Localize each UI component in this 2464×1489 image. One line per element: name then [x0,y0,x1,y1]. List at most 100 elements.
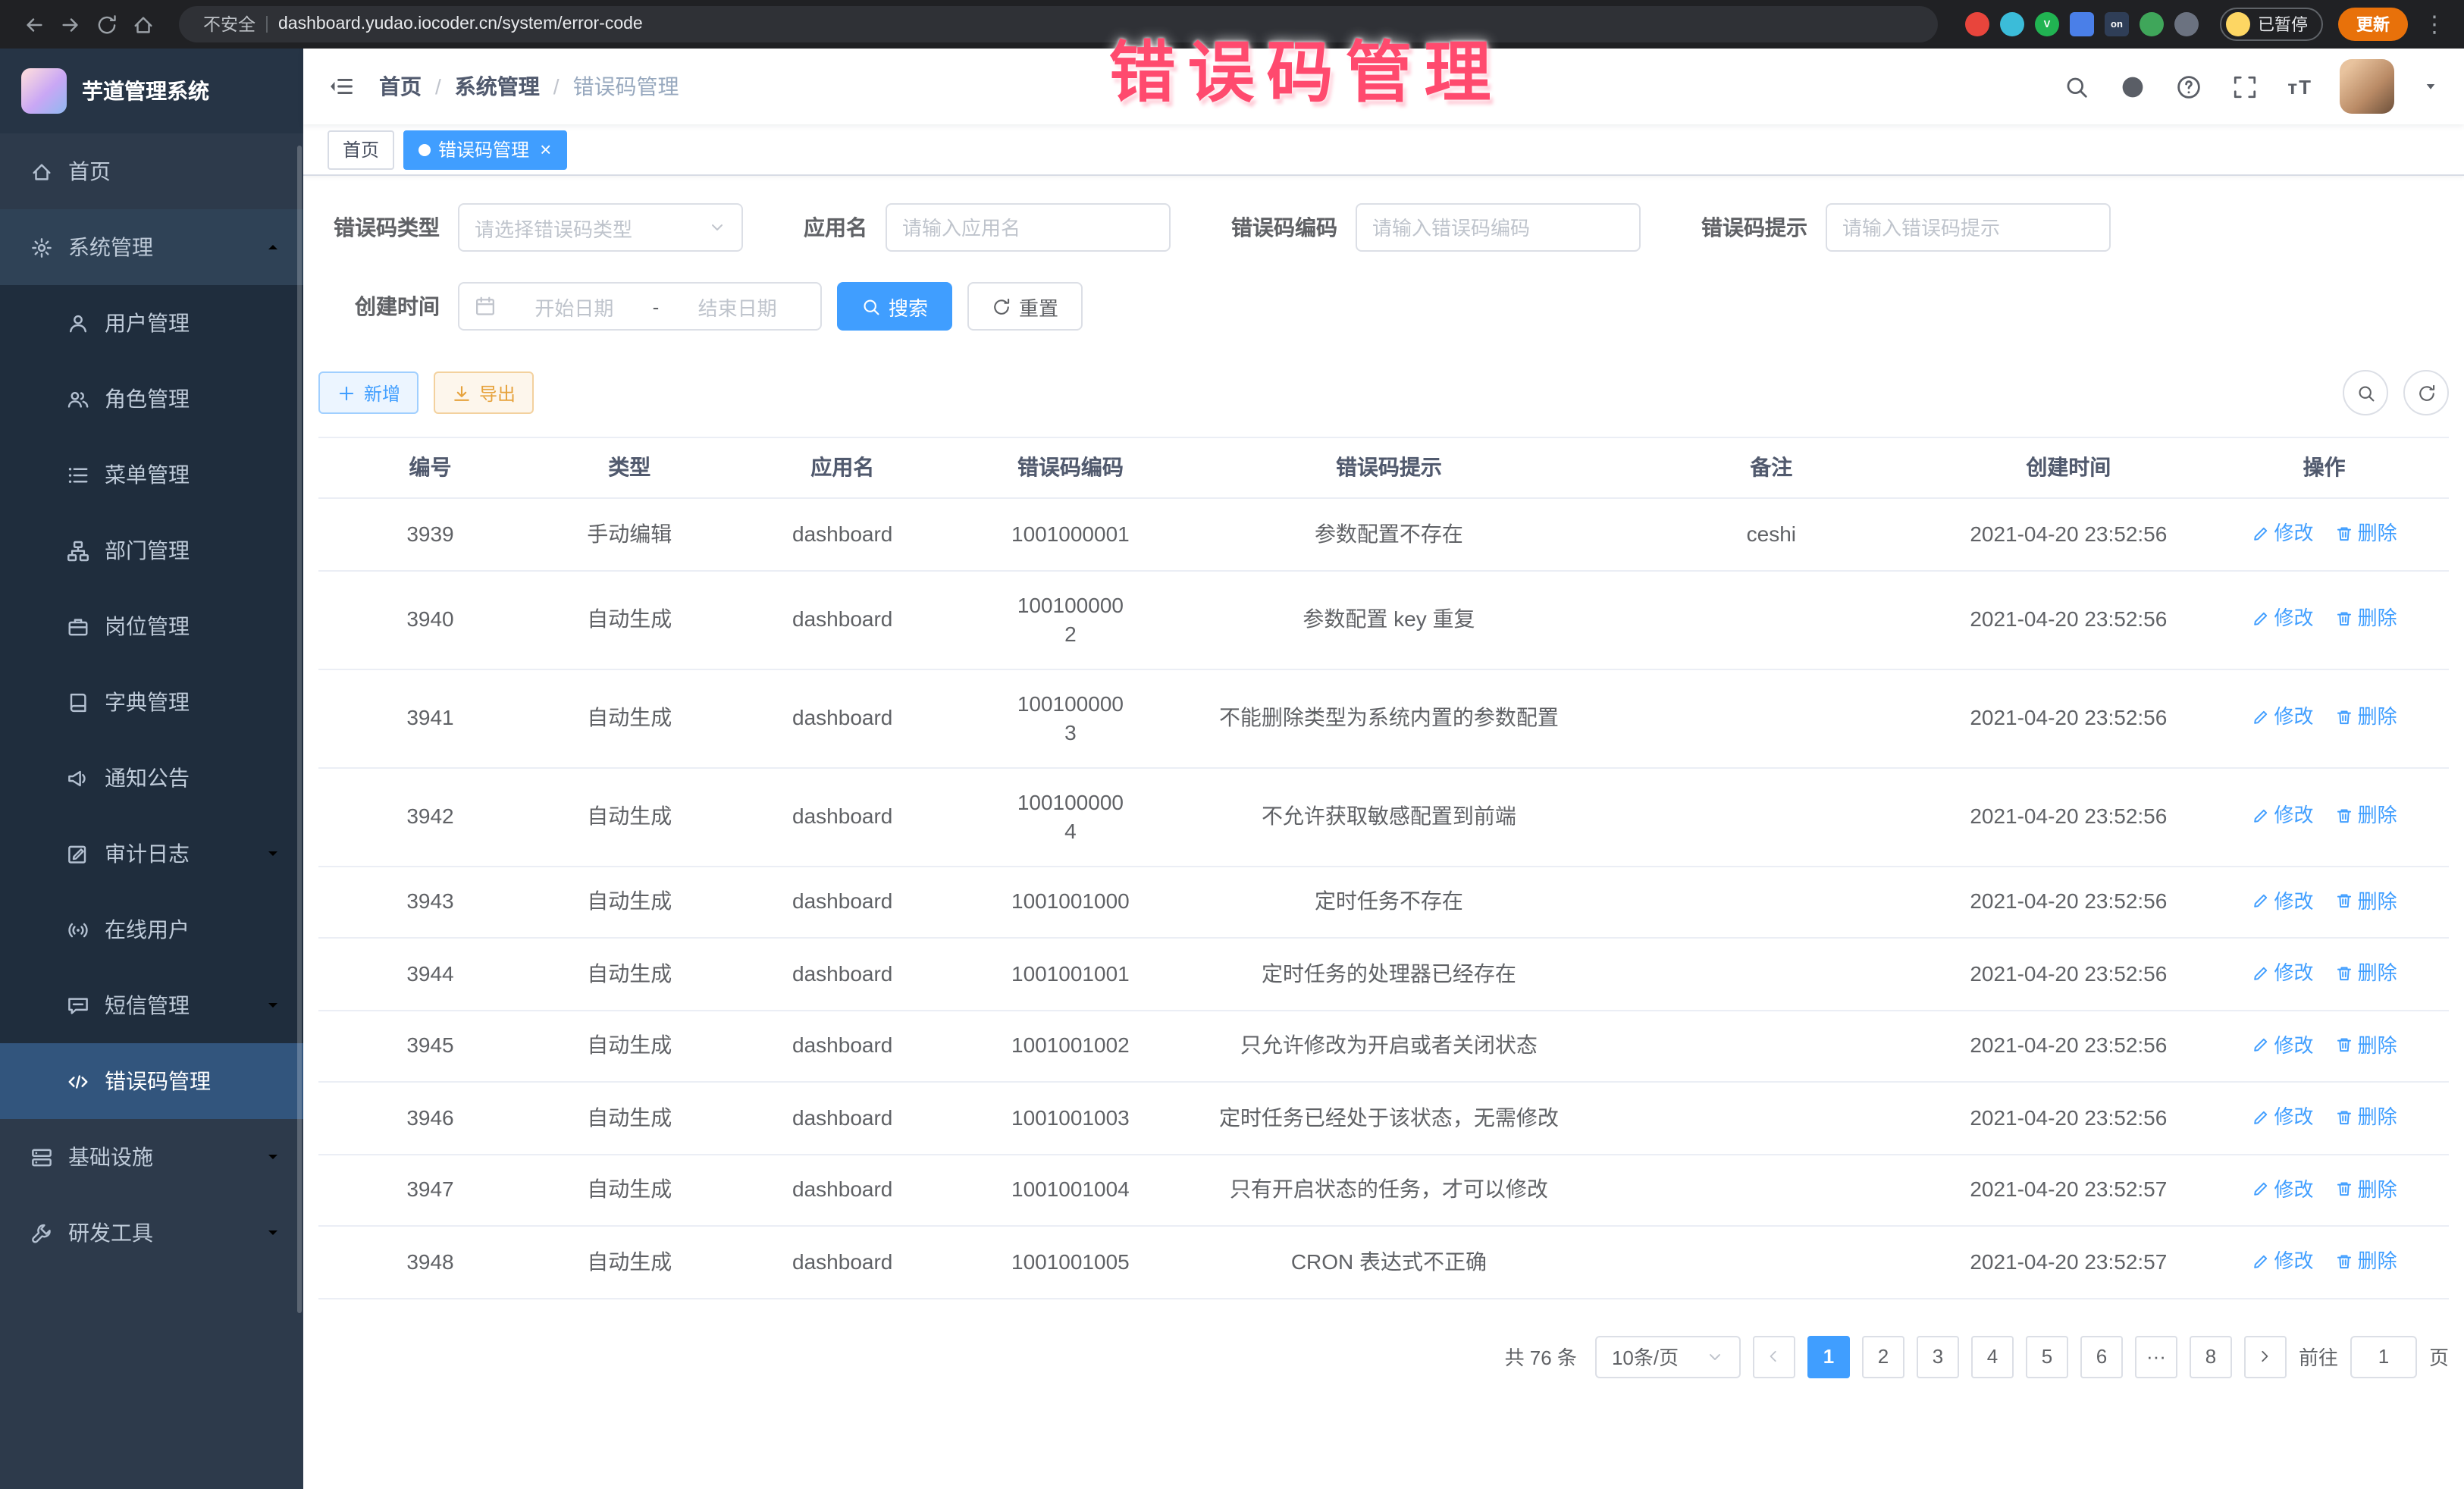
add-button[interactable]: 新增 [318,371,419,414]
reset-button[interactable]: 重置 [967,282,1083,331]
edit-link[interactable]: 修改 [2252,1174,2314,1203]
sidebar-item-post-management[interactable]: 岗位管理 [0,588,303,664]
page-button-8[interactable]: 8 [2190,1335,2232,1378]
font-size-icon[interactable]: тT [2287,75,2312,98]
error-code-input[interactable] [1372,216,1624,239]
reload-icon[interactable] [88,6,124,42]
tab-error-code-management[interactable]: 错误码管理× [403,130,566,169]
next-page-button[interactable] [2244,1335,2287,1378]
app-name-input[interactable] [902,216,1154,239]
sidebar-item-home[interactable]: 首页 [0,133,303,209]
sidebar-item-dev-tools[interactable]: 研发工具 [0,1195,303,1271]
app-logo[interactable]: 芋道管理系统 [0,49,303,133]
sidebar-scrollbar[interactable] [297,146,302,1313]
edit-link[interactable]: 修改 [2252,1030,2314,1059]
cell-app: dashboard [716,498,968,570]
cell-actions: 修改删除 [2199,498,2449,570]
cell-remark [1605,1010,1937,1082]
sidebar-item-audit-log[interactable]: 审计日志 [0,816,303,892]
page-button-3[interactable]: 3 [1917,1335,1959,1378]
sidebar-item-role-management[interactable]: 角色管理 [0,361,303,437]
fullscreen-icon[interactable] [2231,74,2257,99]
edit-link[interactable]: 修改 [2252,1246,2314,1275]
puzzle-extension-icon[interactable] [2174,12,2199,36]
toggle-search-button[interactable] [2343,370,2388,415]
sidebar-item-error-code-management[interactable]: 错误码管理 [0,1043,303,1119]
delete-link[interactable]: 删除 [2335,604,2397,633]
sidebar-item-dict-management[interactable]: 字典管理 [0,664,303,740]
adblock-extension-icon[interactable] [1965,12,1989,36]
filter-label-code: 错误码编码 [1231,212,1337,243]
delete-link[interactable]: 删除 [2335,703,2397,732]
edit-link[interactable]: 修改 [2252,1102,2314,1131]
cell-app: dashboard [716,767,968,866]
cell-time: 2021-04-20 23:52:56 [1938,498,2200,570]
sidebar-item-user-management[interactable]: 用户管理 [0,285,303,361]
list-icon [67,463,89,486]
edit-link[interactable]: 修改 [2252,886,2314,915]
avatar[interactable] [2340,59,2394,114]
grid-extension-icon[interactable] [2070,12,2094,36]
page-size-select[interactable]: 10条/页 [1595,1335,1741,1378]
edit-link[interactable]: 修改 [2252,519,2314,547]
address-bar[interactable]: 不安全 | dashboard.yudao.iocoder.cn/system/… [179,6,1938,42]
sidebar-item-infrastructure[interactable]: 基础设施 [0,1119,303,1195]
edit-link[interactable]: 修改 [2252,801,2314,830]
forward-icon[interactable] [52,6,88,42]
goto-page-input[interactable] [2350,1335,2417,1378]
cell-app: dashboard [716,1010,968,1082]
edit-link-label: 修改 [2274,801,2314,830]
delete-link[interactable]: 删除 [2335,1174,2397,1203]
export-button[interactable]: 导出 [434,371,534,414]
edit-link[interactable]: 修改 [2252,958,2314,987]
delete-link[interactable]: 删除 [2335,1102,2397,1131]
edit-link[interactable]: 修改 [2252,703,2314,732]
sidebar-item-menu-management[interactable]: 菜单管理 [0,437,303,513]
delete-link[interactable]: 删除 [2335,886,2397,915]
delete-link[interactable]: 删除 [2335,801,2397,830]
sidebar-item-dept-management[interactable]: 部门管理 [0,513,303,588]
tab-home[interactable]: 首页 [328,130,394,169]
date-range-picker[interactable]: 开始日期 - 结束日期 [458,282,822,331]
delete-link[interactable]: 删除 [2335,1030,2397,1059]
sidebar-item-system-management[interactable]: 系统管理 [0,209,303,285]
onetab-extension-icon[interactable]: on [2105,12,2129,36]
cell-hint: 参数配置不存在 [1173,498,1605,570]
caret-down-icon[interactable] [2422,77,2440,96]
refresh-table-button[interactable] [2403,370,2449,415]
sidebar-item-sms-management[interactable]: 短信管理 [0,967,303,1043]
error-type-select[interactable]: 请选择错误码类型 [458,203,743,252]
hamburger-icon[interactable] [328,73,355,100]
vue-devtools-extension-icon[interactable]: V [2035,12,2059,36]
prev-page-button[interactable] [1753,1335,1795,1378]
home-icon[interactable] [124,6,161,42]
delete-link[interactable]: 删除 [2335,958,2397,987]
breadcrumb-item[interactable]: 系统管理 [455,71,540,102]
edit-link[interactable]: 修改 [2252,604,2314,633]
leaf-extension-icon[interactable] [2140,12,2164,36]
profile-paused-badge[interactable]: 已暂停 [2220,8,2323,41]
delete-link[interactable]: 删除 [2335,1246,2397,1275]
delete-link[interactable]: 删除 [2335,519,2397,547]
page-button-4[interactable]: 4 [1971,1335,2014,1378]
chevron-down-icon [1706,1347,1724,1365]
github-icon[interactable] [2119,74,2145,99]
search-icon[interactable] [2063,74,2089,99]
search-button[interactable]: 搜索 [837,282,952,331]
error-hint-input[interactable] [1842,216,2094,239]
page-button-6[interactable]: 6 [2080,1335,2123,1378]
colorzilla-extension-icon[interactable] [2000,12,2024,36]
page-button-1[interactable]: 1 [1807,1335,1850,1378]
page-button-5[interactable]: 5 [2026,1335,2068,1378]
page-button-2[interactable]: 2 [1862,1335,1904,1378]
table-header-row: 编号类型应用名错误码编码错误码提示备注创建时间操作 [318,437,2449,498]
page-button-ellipsis[interactable]: ··· [2135,1335,2177,1378]
sidebar-item-notice-announcement[interactable]: 通知公告 [0,740,303,816]
breadcrumb-item[interactable]: 首页 [379,71,422,102]
sidebar-item-online-users[interactable]: 在线用户 [0,892,303,967]
back-icon[interactable] [15,6,52,42]
question-icon[interactable] [2175,74,2201,99]
browser-update-button[interactable]: 更新 [2338,8,2408,41]
close-icon[interactable]: × [540,139,551,159]
browser-menu-icon[interactable]: ⋮ [2423,11,2446,38]
